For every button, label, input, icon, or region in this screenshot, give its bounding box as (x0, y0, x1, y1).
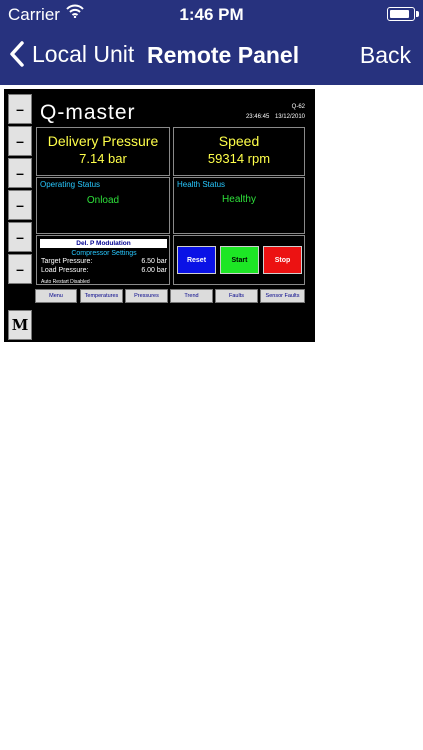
speed-label: Speed (218, 133, 260, 149)
side-button-1[interactable]: – (8, 94, 32, 124)
load-pressure-row: Load Pressure: 6.00 bar (41, 267, 167, 274)
tab-trend[interactable]: Trend (170, 289, 213, 303)
control-buttons-box: Reset Start Stop (173, 235, 305, 285)
panel-datetime: 23:46:45 13/12/2010 (246, 114, 305, 120)
tab-faults[interactable]: Faults (215, 289, 258, 303)
operating-status-box: Operating Status Onload (36, 177, 170, 234)
tab-menu[interactable]: Menu (35, 289, 77, 303)
page-title: Remote Panel (147, 42, 300, 68)
side-button-3[interactable]: – (8, 158, 32, 188)
side-button-5[interactable]: – (8, 222, 32, 252)
target-pressure-label: Target Pressure: (41, 258, 93, 265)
load-pressure-label: Load Pressure: (41, 267, 89, 274)
speed-value: 59314 rpm (207, 151, 271, 166)
local-unit-label: Local Unit (32, 40, 135, 67)
tab-temperatures[interactable]: Temperatures (80, 289, 123, 303)
back-button[interactable]: Back (360, 42, 411, 69)
reset-button[interactable]: Reset (177, 246, 216, 274)
operating-status-label: Operating Status (40, 180, 101, 189)
target-pressure-row: Target Pressure: 6.50 bar (41, 258, 167, 265)
menu-m-button[interactable]: M (8, 310, 32, 340)
status-time: 1:46 PM (179, 5, 244, 24)
top-bar: Carrier 1:46 PM Local Unit Remote Panel … (0, 0, 423, 85)
auto-restart-status: Auto Restart Disabled (41, 279, 90, 285)
tab-sensor-faults[interactable]: Sensor Faults (260, 289, 305, 303)
side-button-6[interactable]: – (8, 254, 32, 284)
target-pressure-value: 6.50 bar (141, 258, 167, 265)
side-button-2[interactable]: – (8, 126, 32, 156)
navigation-bar: Local Unit Remote Panel Back (0, 28, 423, 85)
panel-time: 23:46:45 (245, 114, 270, 120)
load-pressure-value: 6.00 bar (141, 267, 167, 274)
local-unit-button[interactable]: Local Unit (8, 40, 134, 68)
unit-id: Q-62 (291, 104, 305, 110)
delivery-pressure-label: Delivery Pressure (47, 133, 159, 149)
modulation-mode[interactable]: Del. P Modulation (40, 239, 167, 248)
status-bar: Carrier 1:46 PM (0, 0, 423, 28)
q-master-logo: Q-master (40, 101, 136, 124)
panel-date: 13/12/2010 (274, 114, 305, 120)
speed-box: Speed 59314 rpm (173, 127, 305, 176)
battery-fill (390, 10, 409, 18)
remote-panel-screen: – – – – – – M Q-master Q-62 23:46:45 13/… (4, 89, 315, 342)
health-status-label: Health Status (177, 180, 226, 189)
stop-button[interactable]: Stop (263, 246, 302, 274)
start-button[interactable]: Start (220, 246, 259, 274)
delivery-pressure-box: Delivery Pressure 7.14 bar (36, 127, 170, 176)
tab-pressures[interactable]: Pressures (125, 289, 168, 303)
health-status-value: Healthy (222, 194, 256, 205)
health-status-box: Health Status Healthy (173, 177, 305, 234)
side-button-4[interactable]: – (8, 190, 32, 220)
battery-icon (387, 7, 419, 21)
compressor-settings-title: Compressor Settings (71, 250, 137, 257)
operating-status-value: Onload (86, 195, 120, 206)
delivery-pressure-value: 7.14 bar (79, 151, 127, 166)
chevron-left-icon (10, 41, 24, 67)
compressor-settings-box: Del. P Modulation Compressor Settings Ta… (36, 235, 170, 285)
